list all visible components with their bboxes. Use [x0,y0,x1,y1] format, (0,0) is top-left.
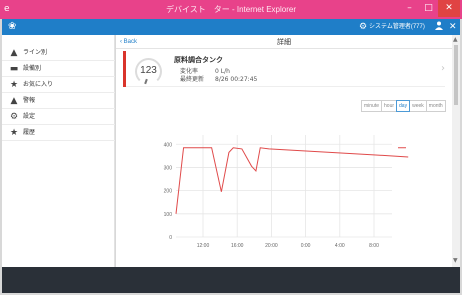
sidebar-nav: ▲ ライン別 ▬ 設備別 ★ お気に入り ▲ 警報 ⚙ 設定 ★ 履歴 [2,35,115,267]
sidebar-item-label: ライン別 [23,50,48,56]
sidebar-item-label: 警報 [23,98,36,104]
y-tick-label: 400 [164,142,173,148]
period-week-button[interactable]: week [409,100,427,112]
sidebar-item-label: 履歴 [23,130,36,136]
x-tick-label: 16:00 [231,243,244,249]
footer-bar [2,267,460,293]
y-tick-label: 0 [169,235,172,241]
star-icon: ★ [9,80,19,90]
device-card[interactable]: 123 原料調合タンク 変化率 0 L/h 最終更新 8/26 00:27:45… [123,51,445,87]
x-tick-label: 0:00 [301,243,311,249]
history-chart: 0 100 200 300 400 12:00 16:00 20:00 0:00 4:00 8:00 [116,125,452,265]
rate-label: 変化率 [180,68,199,75]
history-icon: ★ [9,128,19,138]
period-minute-button[interactable]: minute [361,100,383,112]
period-month-button[interactable]: month [425,100,446,112]
sidebar-item-label: お気に入り [23,82,54,88]
equipment-icon: ▬ [9,64,19,74]
detail-header: ‹ Back 詳細 [116,35,452,49]
sidebar-item-label: 設定 [23,114,36,120]
x-tick-label: 4:00 [335,243,345,249]
sidebar-item-favorites[interactable]: ★ お気に入り [2,77,115,93]
window-title: デバイスト ター - Internet Explorer [165,5,296,14]
last-updated-label: 最終更新 [180,76,205,83]
chevron-right-icon: › [441,63,445,74]
close-window-button[interactable]: ✕ [438,0,460,17]
y-tick-label: 300 [164,165,173,171]
x-tick-label: 20:00 [265,243,278,249]
minimize-button[interactable]: – [400,0,419,17]
x-tick-label: 12:00 [197,243,210,249]
vertical-scrollbar[interactable]: ▲ ▼ [452,35,460,267]
gear-icon: ⚙ [9,112,19,122]
logout-close-icon[interactable]: ✕ [449,21,457,33]
detail-panel: ‹ Back 詳細 123 原料調合タンク 変化率 0 L/h 最終更新 8/2… [116,35,452,267]
page-title: 詳細 [277,38,291,46]
scroll-thumb[interactable] [454,45,458,105]
device-name: 原料調合タンク [174,56,223,64]
warning-icon: ▲ [10,48,18,58]
period-hour-button[interactable]: hour [381,100,398,112]
sidebar-item-history[interactable]: ★ 履歴 [2,125,115,141]
status-accent-bar [123,51,126,87]
scroll-down-icon[interactable]: ▼ [453,257,458,265]
app-header: ❀ ⚙ システム管理者(777) ✕ [2,19,460,35]
gauge-value: 123 [140,65,157,76]
app-logo-icon[interactable]: ❀ [8,21,16,33]
rate-value: 0 L/h [215,68,230,75]
sidebar-item-equipment[interactable]: ▬ 設備別 [2,61,115,77]
current-user-label[interactable]: システム管理者(777) [369,22,425,32]
user-icon[interactable] [435,21,443,34]
last-updated-value: 8/26 00:27:45 [215,76,258,83]
chart-svg: 0 100 200 300 400 12:00 16:00 20:00 0:00 4:00 8:00 [164,135,409,249]
series-line [175,147,409,214]
alert-icon: ▲ [10,96,18,106]
period-selector: minute hour day week month [361,100,446,112]
x-tick-label: 8:00 [369,243,379,249]
sidebar-item-line[interactable]: ▲ ライン別 [2,45,115,61]
y-tick-label: 200 [164,189,173,195]
window-titlebar: e デバイスト ター - Internet Explorer – □ ✕ [0,0,462,19]
sidebar-item-alerts[interactable]: ▲ 警報 [2,93,115,109]
sidebar-item-label: 設備別 [23,66,42,72]
y-tick-label: 100 [164,212,173,218]
settings-gear-icon[interactable]: ⚙ [359,21,367,33]
period-day-button[interactable]: day [396,100,411,112]
scroll-up-icon[interactable]: ▲ [453,36,458,44]
sidebar-item-settings[interactable]: ⚙ 設定 [2,109,115,125]
maximize-button[interactable]: □ [419,0,438,17]
